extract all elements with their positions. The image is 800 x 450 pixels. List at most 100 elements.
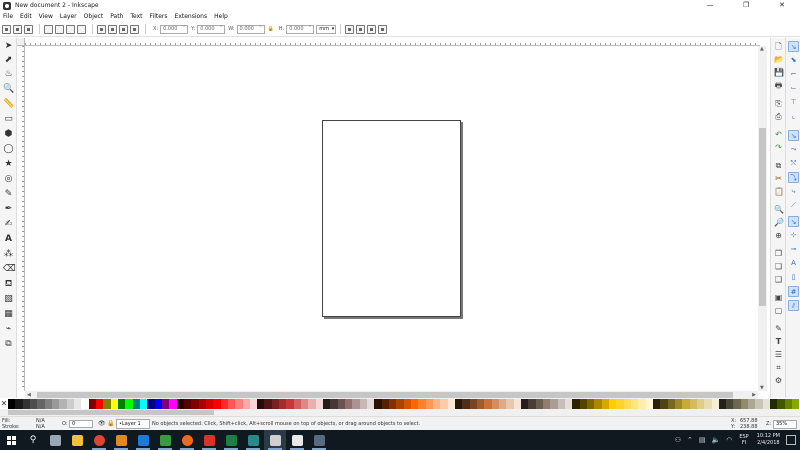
snap-paths-icon[interactable]: ⤳ <box>788 144 799 155</box>
palette-swatch[interactable] <box>455 399 463 409</box>
palette-swatch[interactable] <box>645 399 653 409</box>
zoom-page-icon[interactable]: ⊕ <box>774 231 783 240</box>
palette-swatch[interactable] <box>484 399 492 409</box>
menu-text[interactable]: Text <box>130 13 142 20</box>
copy-icon[interactable]: ⧉ <box>774 161 783 170</box>
palette-swatch[interactable] <box>220 399 228 409</box>
palette-swatch[interactable] <box>498 399 507 409</box>
palette-swatch[interactable] <box>15 399 23 409</box>
palette-swatch[interactable] <box>594 399 602 409</box>
eye-icon[interactable]: 👁 <box>98 420 106 427</box>
palette-swatch[interactable] <box>257 399 265 409</box>
palette-swatch[interactable] <box>491 399 499 409</box>
open-icon[interactable]: 📂 <box>774 55 784 64</box>
menu-help[interactable]: Help <box>214 13 228 20</box>
palette-swatch[interactable] <box>337 399 346 409</box>
snap-page-border-icon[interactable]: ▯ <box>788 272 799 283</box>
palette-swatch[interactable] <box>161 399 170 409</box>
layers-icon[interactable]: ☰ <box>774 350 783 359</box>
palette-swatch[interactable] <box>169 399 177 409</box>
menu-path[interactable]: Path <box>110 13 123 20</box>
spray-tool-icon[interactable]: ⁂ <box>3 249 14 260</box>
palette-swatch[interactable] <box>440 399 448 409</box>
ellipse-tool-icon[interactable]: ◯ <box>3 144 14 155</box>
palette-swatch[interactable] <box>249 399 258 409</box>
pen-tool-icon[interactable]: ✒ <box>3 204 14 215</box>
palette-swatch[interactable] <box>198 399 206 409</box>
palette-swatch[interactable] <box>638 399 646 409</box>
mesh-tool-icon[interactable]: ▦ <box>3 309 14 320</box>
palette-swatch[interactable] <box>242 399 250 409</box>
palette-swatch[interactable] <box>579 399 587 409</box>
snap-nodes-icon[interactable]: ↘ <box>788 130 799 141</box>
palette-swatch[interactable] <box>308 399 316 409</box>
palette-swatch[interactable] <box>315 399 324 409</box>
snap-rotation-center-icon[interactable]: ⊸ <box>788 244 799 255</box>
flip-vertical-icon[interactable] <box>77 24 86 34</box>
palette-swatch[interactable] <box>667 399 675 409</box>
scroll-up-icon[interactable]: ▲ <box>760 46 764 52</box>
taskbar-app-inkscape-2[interactable] <box>286 430 308 450</box>
palette-swatch[interactable] <box>601 399 609 409</box>
unlink-clone-icon[interactable]: ❑ <box>774 275 783 284</box>
snap-text-baseline-icon[interactable]: A <box>788 258 799 269</box>
raise-to-top-icon[interactable] <box>97 24 106 34</box>
palette-swatch[interactable] <box>125 399 133 409</box>
palette-swatch[interactable] <box>733 399 741 409</box>
palette-swatch[interactable] <box>286 399 294 409</box>
pencil-tool-icon[interactable]: ✎ <box>3 189 14 200</box>
selector-tool-icon[interactable]: ➤ <box>3 41 14 52</box>
taskbar-app-app-orange[interactable] <box>110 430 132 450</box>
palette-swatch[interactable] <box>403 399 412 409</box>
undo-icon[interactable]: ↶ <box>774 130 783 139</box>
document-page[interactable] <box>322 120 461 317</box>
palette-swatch[interactable] <box>550 399 558 409</box>
gradient-tool-icon[interactable]: ▧ <box>3 294 14 305</box>
palette-swatch[interactable] <box>784 399 793 409</box>
menu-extensions[interactable]: Extensions <box>175 13 208 20</box>
xml-editor-icon[interactable]: ⌗ <box>774 363 783 372</box>
rotate-cw-icon[interactable] <box>55 24 64 34</box>
snap-grid-icon[interactable]: # <box>788 286 799 297</box>
zoom-selection-icon[interactable]: 🔍 <box>774 205 784 214</box>
palette-swatch[interactable] <box>352 399 360 409</box>
palette-swatch[interactable] <box>367 399 375 409</box>
search-button[interactable]: ⚲ <box>22 430 44 450</box>
palette-swatch[interactable] <box>103 399 111 409</box>
palette-swatch[interactable] <box>271 399 280 409</box>
palette-swatch[interactable] <box>323 399 331 409</box>
palette-swatch[interactable] <box>770 399 778 409</box>
palette-scrollbar[interactable] <box>0 409 800 416</box>
palette-swatch[interactable] <box>132 399 140 409</box>
network-icon[interactable]: ▤ <box>699 436 706 444</box>
palette-swatch[interactable] <box>704 399 712 409</box>
palette-swatch[interactable] <box>792 399 800 409</box>
taskbar-app-app-teal[interactable] <box>242 430 264 450</box>
snap-smooth-nodes-icon[interactable]: ⤷ <box>788 186 799 197</box>
deselect-icon[interactable] <box>24 24 33 34</box>
palette-swatch[interactable] <box>301 399 309 409</box>
scroll-down-icon[interactable]: ▼ <box>760 385 764 391</box>
palette-swatch[interactable] <box>447 399 456 409</box>
menu-edit[interactable]: Edit <box>20 13 32 20</box>
vertical-scrollbar[interactable]: ▲ ▼ <box>758 46 767 391</box>
maximize-button[interactable]: ❐ <box>728 0 764 11</box>
taskbar-app-chrome[interactable] <box>88 430 110 450</box>
taskbar-app-app-red[interactable] <box>198 430 220 450</box>
palette-swatch[interactable] <box>117 399 126 409</box>
snap-path-intersection-icon[interactable]: ⤲ <box>788 158 799 169</box>
ungroup-icon[interactable]: ▢ <box>774 306 783 315</box>
people-icon[interactable]: ⚇ <box>675 436 681 444</box>
palette-scroll-thumb[interactable] <box>8 410 214 415</box>
palette-swatch[interactable] <box>711 399 719 409</box>
export-icon[interactable]: ⎙ <box>774 112 783 121</box>
zoom-tool-icon[interactable]: 🔍 <box>3 84 14 95</box>
palette-swatch[interactable] <box>777 399 785 409</box>
flip-horizontal-icon[interactable] <box>66 24 75 34</box>
tweak-tool-icon[interactable]: ♨ <box>3 69 14 80</box>
connector-tool-icon[interactable]: ⧉ <box>3 339 14 350</box>
palette-swatch[interactable] <box>696 399 705 409</box>
palette-swatch[interactable] <box>682 399 690 409</box>
lock-layer-icon[interactable]: 🔒 <box>107 420 114 427</box>
palette-swatch[interactable] <box>535 399 543 409</box>
